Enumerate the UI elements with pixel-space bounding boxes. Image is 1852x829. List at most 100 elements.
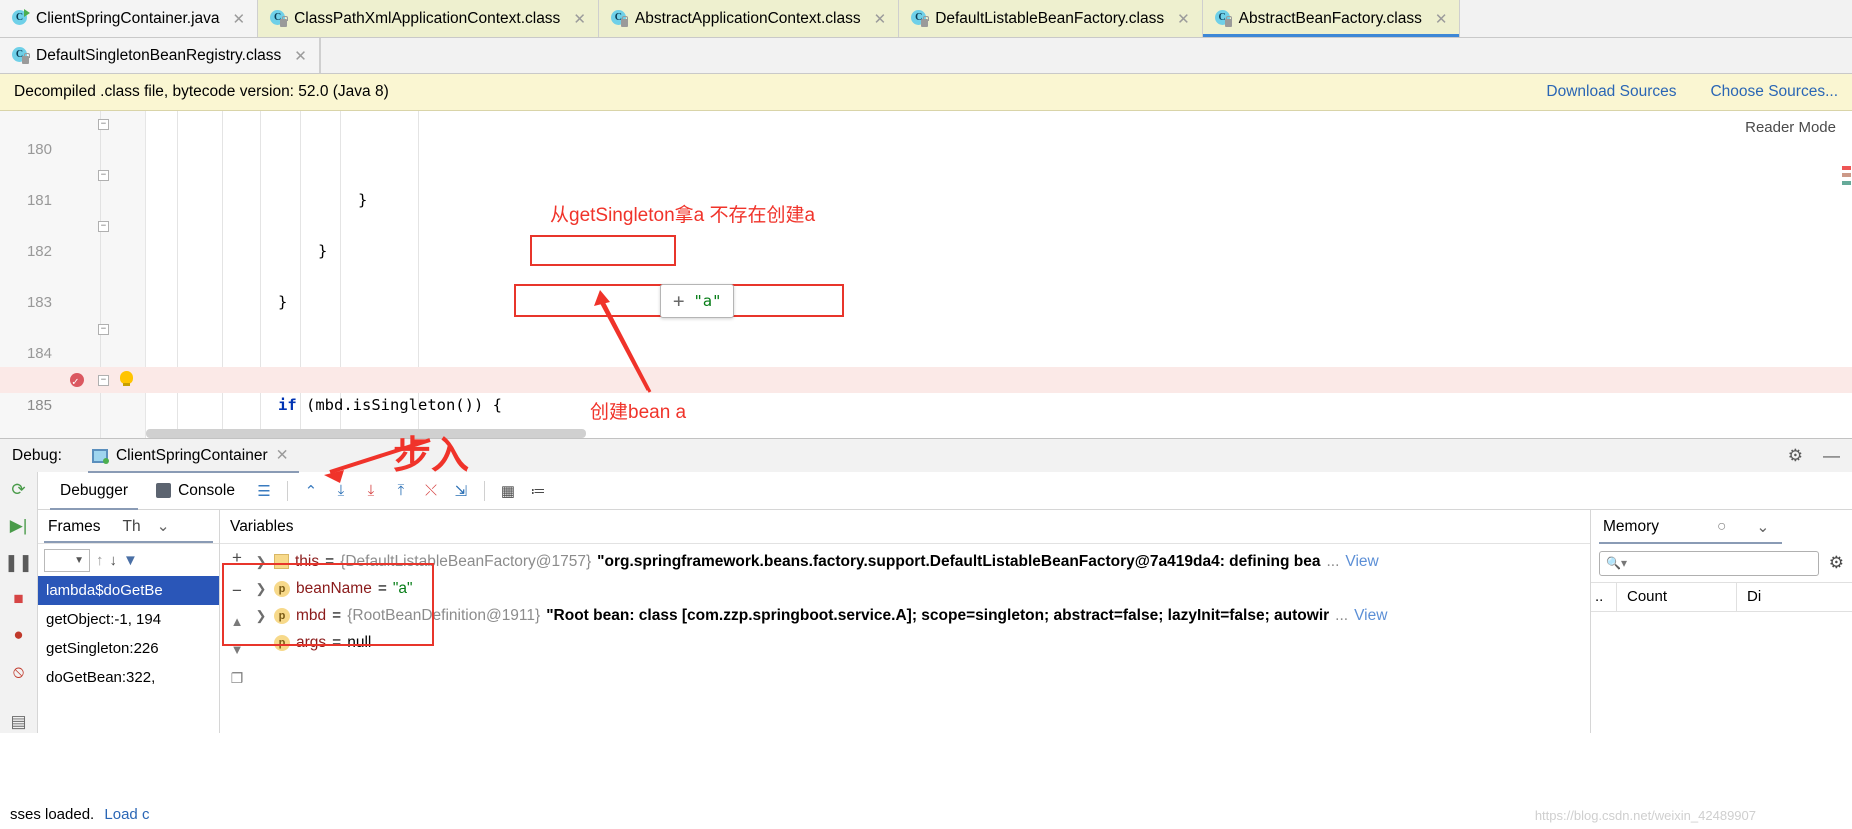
settings-list-icon[interactable]: ≔ [523, 477, 553, 505]
editor-horizontal-scrollbar[interactable] [146, 429, 586, 438]
view-breakpoints-icon[interactable]: ● [7, 625, 31, 646]
close-icon[interactable]: ✕ [1177, 10, 1190, 28]
editor-tab-abstractbeanfactory[interactable]: C AbstractBeanFactory.class ✕ [1202, 0, 1461, 37]
drop-frame-icon[interactable]: ⤬ [416, 477, 446, 505]
memory-column-count[interactable]: Count [1617, 582, 1737, 612]
variable-view-link[interactable]: View [1354, 602, 1387, 629]
step-into-icon[interactable]: ⤓ [356, 477, 386, 505]
editor-tab-defaultsingletonbeanregistry[interactable]: C DefaultSingletonBeanRegistry.class ✕ [0, 38, 320, 73]
editor-tab-client-spring-container[interactable]: C ClientSpringContainer.java ✕ [0, 0, 259, 37]
parameter-icon: p [274, 634, 290, 651]
fold-marker-icon[interactable]: − [98, 170, 109, 182]
variable-row-beanname[interactable]: ❯ p beanName = "a" [254, 575, 1590, 602]
expand-chevron-icon[interactable]: ❯ [254, 575, 268, 602]
editor-tab-abstractapplicationcontext[interactable]: C AbstractApplicationContext.class ✕ [598, 0, 900, 37]
run-to-cursor-icon[interactable]: ⇲ [446, 477, 476, 505]
variable-row-args[interactable]: p args = null [254, 629, 1590, 656]
frame-row[interactable]: getObject:-1, 194 [38, 605, 219, 634]
restore-layout-icon[interactable]: ▤ [7, 712, 31, 733]
frame-row[interactable]: lambda$doGetBe [38, 576, 219, 605]
debug-action-rail: ⟳ ▶| ❚❚ ■ ● ⦸ ▤ [0, 472, 38, 733]
error-stripe-marker[interactable] [1842, 173, 1851, 177]
run-configuration-icon [91, 448, 109, 464]
close-icon[interactable]: ✕ [276, 446, 289, 465]
show-execution-point-icon[interactable]: ⌃ [296, 477, 326, 505]
expand-value-icon[interactable]: + [673, 290, 684, 312]
memory-column-diff[interactable]: Di [1737, 582, 1771, 612]
chevron-down-icon[interactable]: ⌄ [157, 517, 170, 536]
debugger-main: Debugger Console ☰ ⌃ ⤓ ⤓ ⤒ ⤬ ⇲ ▦ ≔ [10, 472, 1852, 823]
step-out-icon[interactable]: ⤒ [386, 477, 416, 505]
memory-column-class[interactable]: .. [1591, 582, 1617, 612]
move-down-icon[interactable]: ↓ [110, 552, 118, 569]
line-number: 185 [26, 396, 52, 414]
code-editor[interactable]: Reader Mode 180 − } 181 − } 182 − } 183 … [0, 111, 1852, 438]
stop-program-icon[interactable]: ■ [7, 588, 31, 609]
fold-marker-icon[interactable]: − [98, 221, 109, 233]
move-down-icon[interactable]: ▼ [231, 642, 244, 657]
tab-console[interactable]: Console [142, 472, 249, 520]
variable-row-mbd[interactable]: ❯ p mbd = {RootBeanDefinition@1911} "Roo… [254, 602, 1590, 629]
frames-list[interactable]: lambda$doGetBe getObject:-1, 194 getSing… [38, 576, 219, 733]
close-icon[interactable]: ✕ [233, 10, 246, 28]
variable-view-link[interactable]: View [1345, 548, 1378, 575]
inline-value-popup[interactable]: + "a" [660, 284, 735, 318]
move-up-icon[interactable]: ↑ [96, 552, 104, 569]
step-over-icon[interactable]: ⤓ [326, 477, 356, 505]
fold-marker-icon[interactable]: − [98, 119, 109, 130]
thread-selector-dropdown[interactable]: ▼ [44, 548, 90, 572]
memory-search-input[interactable]: 🔍▾ [1599, 550, 1819, 576]
error-stripe-marker[interactable] [1842, 181, 1851, 185]
close-icon[interactable]: ✕ [573, 10, 586, 28]
variable-name: beanName [296, 580, 372, 597]
mute-breakpoints-icon[interactable]: ⦸ [7, 661, 31, 682]
popup-value: "a" [693, 292, 722, 310]
gear-icon[interactable]: ⚙ [1829, 553, 1844, 573]
banner-message: Decompiled .class file, bytecode version… [14, 83, 389, 100]
filter-icon[interactable]: ▼ [123, 552, 138, 569]
download-sources-link[interactable]: Download Sources [1546, 83, 1676, 101]
debug-run-config-tab[interactable]: ClientSpringContainer ✕ [87, 439, 299, 473]
frame-row[interactable]: doGetBean:322, [38, 663, 219, 692]
frame-row[interactable]: getSingleton:226 [38, 634, 219, 663]
variable-equals: = [325, 553, 335, 570]
close-icon[interactable]: ✕ [874, 10, 887, 28]
expand-chevron-icon[interactable]: ❯ [254, 602, 268, 629]
chevron-down-icon[interactable]: ⌄ [1756, 518, 1769, 537]
fold-marker-icon[interactable]: − [98, 374, 109, 386]
memory-load-classes-link[interactable]: Load c [104, 806, 149, 823]
choose-sources-link[interactable]: Choose Sources... [1710, 83, 1838, 101]
intention-bulb-icon[interactable] [120, 370, 133, 386]
copy-value-icon[interactable]: ❐ [231, 670, 244, 687]
evaluate-expression-icon[interactable]: ▦ [493, 477, 523, 505]
variable-value: "a" [392, 580, 413, 597]
editor-tab-defaultlistablebeanfactory[interactable]: C DefaultListableBeanFactory.class ✕ [899, 0, 1203, 37]
breakpoint-icon[interactable] [70, 369, 84, 395]
close-icon[interactable]: ✕ [294, 47, 307, 65]
minimize-icon[interactable]: — [1823, 446, 1840, 466]
error-stripe-marker[interactable] [1842, 166, 1851, 170]
move-up-icon[interactable]: ▲ [231, 614, 244, 629]
line-number: 182 [26, 242, 52, 260]
close-icon[interactable]: ✕ [1435, 10, 1448, 28]
variable-value: "org.springframework.beans.factory.suppo… [597, 553, 1321, 570]
editor-tab-label: DefaultListableBeanFactory.class [935, 9, 1165, 27]
rerun-debug-icon[interactable]: ⟳ [7, 479, 31, 500]
add-watch-icon[interactable]: + [232, 548, 242, 568]
frames-toolbar: ▼ ↑ ↓ ▼ [38, 544, 219, 576]
variable-row-this[interactable]: ❯ this = {DefaultListableBeanFactory@175… [254, 548, 1590, 575]
settings-gear-icon[interactable]: ⚙ [1788, 446, 1803, 466]
variable-equals: = [377, 580, 387, 597]
code-line-183: 183 [0, 265, 1852, 311]
variables-list[interactable]: ❯ this = {DefaultListableBeanFactory@175… [254, 544, 1590, 733]
editor-tab-classpathxmlapplicationcontext[interactable]: C ClassPathXmlApplicationContext.class ✕ [258, 0, 599, 37]
tab-debugger[interactable]: Debugger [46, 472, 142, 510]
remove-watch-icon[interactable]: − [232, 581, 242, 601]
memory-pane: Memory ○ ⌄ 🔍▾ ⚙ .. Count Di sses loaded.… [10, 510, 1852, 823]
layout-settings-icon[interactable]: ☰ [249, 477, 279, 505]
resume-program-icon[interactable]: ▶| [7, 515, 31, 536]
fold-marker-icon[interactable]: − [98, 323, 109, 335]
expand-chevron-icon[interactable]: ❯ [254, 548, 268, 575]
pause-program-icon[interactable]: ❚❚ [4, 552, 33, 573]
memory-pane-header: Memory ○ ⌄ [1591, 510, 1852, 544]
